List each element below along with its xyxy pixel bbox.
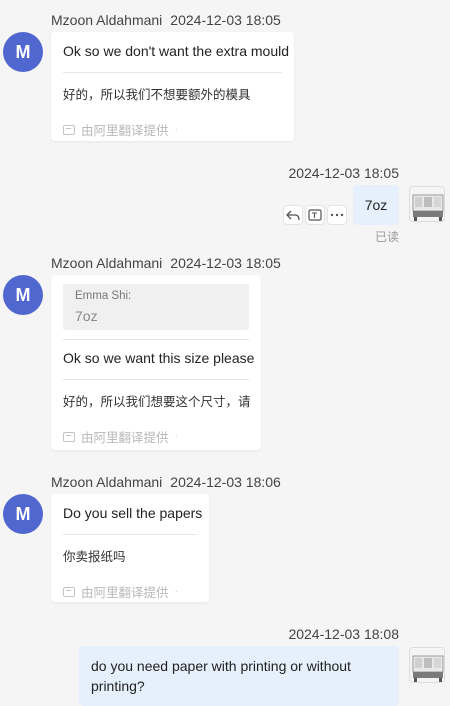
message-bubble[interactable]: Emma Shi: 7oz Ok so we want this size pl… [51, 275, 261, 450]
translate-credit-icon [63, 586, 75, 597]
more-icon [330, 213, 344, 217]
reply-icon [286, 210, 300, 221]
message-bubble[interactable]: Ok so we don't want the extra mould 好的，所… [51, 32, 294, 141]
message-bubble[interactable]: Do you sell the papers 你卖报纸吗 由阿里翻译提供 · [51, 494, 209, 602]
machine-image [410, 187, 444, 221]
translate-credit-icon [63, 124, 75, 135]
sender-line: Mzoon Aldahmani 2024-12-03 18:05 [51, 12, 281, 28]
message-timestamp: 2024-12-03 18:06 [170, 474, 281, 490]
translate-credit-icon [63, 431, 75, 442]
credit-dot: · [174, 586, 178, 597]
credit-label: 由阿里翻译提供 [81, 431, 169, 445]
quote-sender: Emma Shi: [75, 290, 132, 302]
sender-name: Mzoon Aldahmani [51, 474, 163, 490]
more-button[interactable] [327, 205, 347, 225]
avatar[interactable]: M [3, 32, 43, 72]
quote-text: 7oz [75, 308, 98, 324]
translate-button[interactable] [305, 205, 325, 225]
translation-text: 好的，所以我们想要这个尺寸，请 [63, 395, 251, 409]
translate-icon [308, 209, 322, 221]
divider [63, 534, 197, 535]
message-timestamp: 2024-12-03 18:05 [170, 12, 281, 28]
credit-label: 由阿里翻译提供 [81, 586, 169, 600]
avatar[interactable] [409, 186, 445, 222]
message-timestamp: 2024-12-03 18:08 [288, 626, 399, 642]
outgoing-bubble[interactable]: 7oz [353, 185, 399, 225]
avatar-letter: M [15, 503, 31, 524]
message-timestamp: 2024-12-03 18:05 [170, 255, 281, 271]
avatar-letter: M [15, 41, 31, 62]
translation-credit: 由阿里翻译提供 · [51, 120, 294, 139]
divider [63, 339, 249, 340]
credit-dot: · [174, 124, 178, 135]
avatar[interactable] [409, 647, 445, 683]
avatar[interactable]: M [3, 494, 43, 534]
translation-credit: 由阿里翻译提供 · [51, 427, 261, 446]
machine-image [410, 648, 444, 682]
sender-name: Mzoon Aldahmani [51, 12, 163, 28]
read-status: 已读 [375, 230, 400, 244]
divider [63, 379, 249, 380]
message-text: Ok so we want this size please [63, 350, 255, 366]
message-actions [283, 205, 347, 225]
translation-credit: 由阿里翻译提供 · [51, 582, 209, 601]
translation-text: 好的，所以我们不想要额外的模具 [63, 88, 251, 102]
avatar[interactable]: M [3, 275, 43, 315]
message-timestamp: 2024-12-03 18:05 [288, 165, 399, 181]
outgoing-bubble[interactable]: do you need paper with printing or witho… [79, 646, 399, 706]
sender-line: Mzoon Aldahmani 2024-12-03 18:06 [51, 474, 281, 490]
message-text: Ok so we don't want the extra mould [63, 43, 290, 59]
credit-dot: · [174, 431, 178, 442]
divider [63, 72, 282, 73]
quoted-message[interactable]: Emma Shi: 7oz [63, 284, 249, 330]
avatar-letter: M [15, 284, 31, 305]
sender-line: Mzoon Aldahmani 2024-12-03 18:05 [51, 255, 281, 271]
message-text: 7oz [364, 197, 388, 213]
message-text: Do you sell the papers [63, 505, 203, 521]
reply-button[interactable] [283, 205, 303, 225]
sender-name: Mzoon Aldahmani [51, 255, 163, 271]
credit-label: 由阿里翻译提供 [81, 124, 169, 138]
translation-text: 你卖报纸吗 [63, 550, 126, 564]
message-text: do you need paper with printing or witho… [91, 658, 351, 694]
